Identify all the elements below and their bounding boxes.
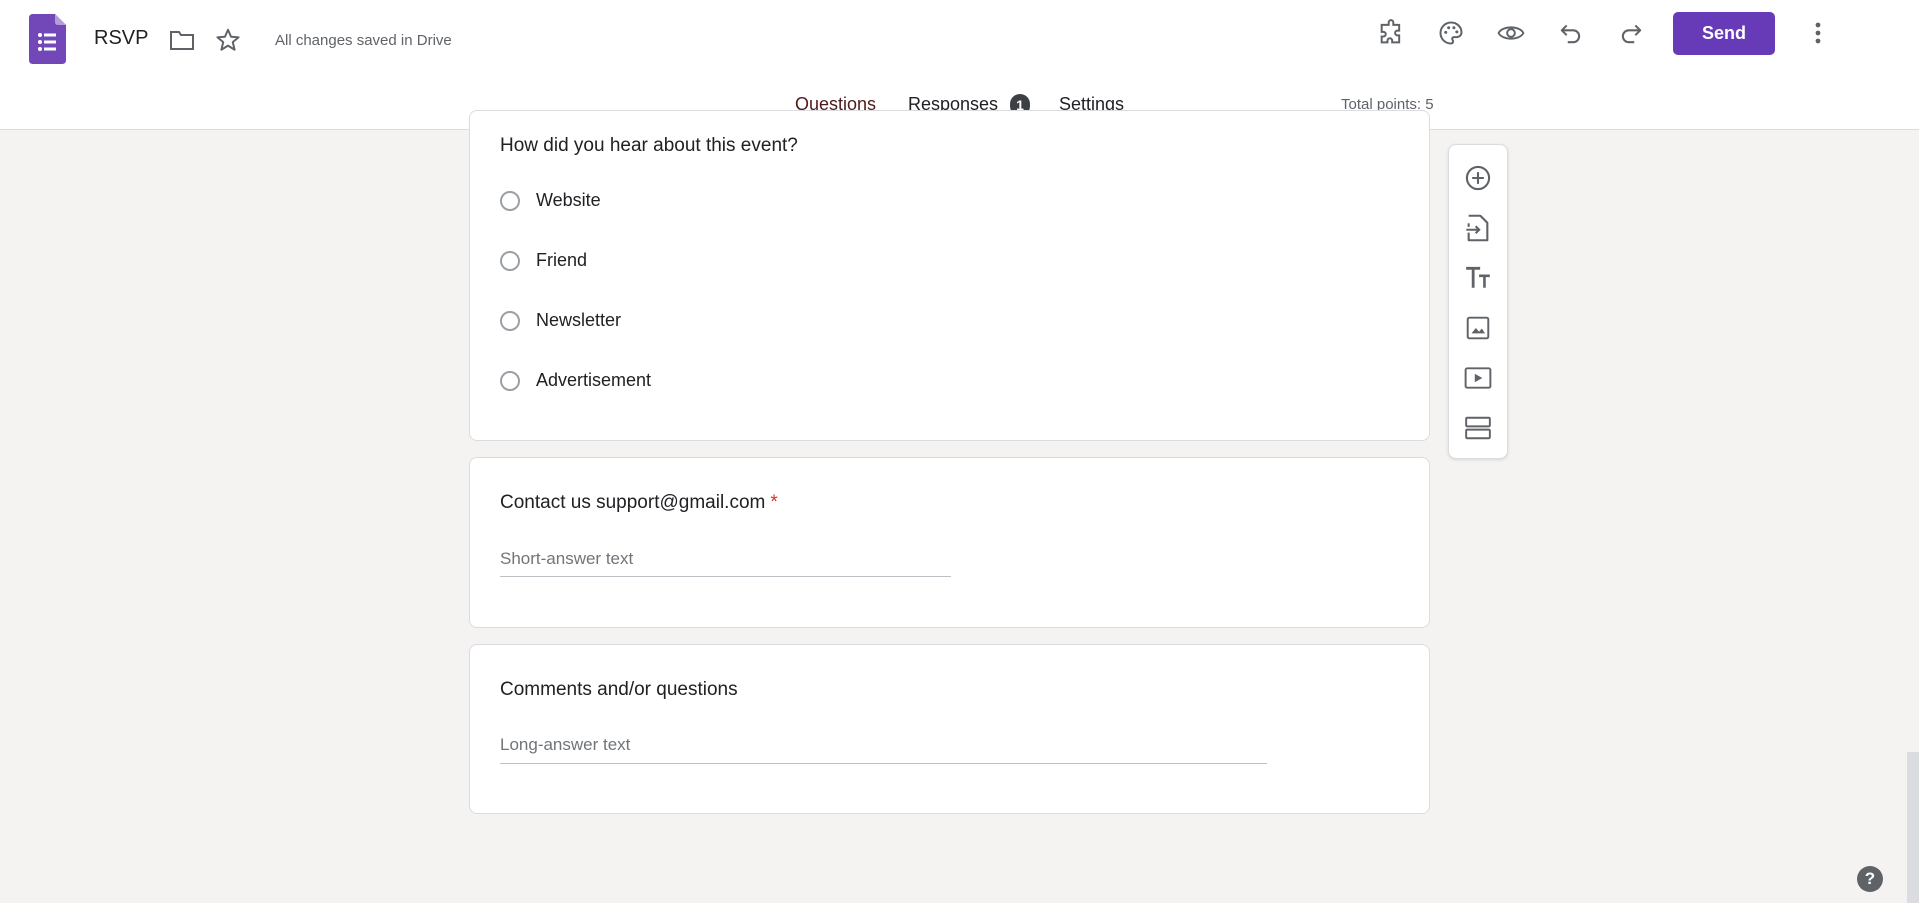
add-title-icon[interactable] [1463,263,1493,293]
addons-puzzle-icon[interactable] [1377,19,1405,47]
add-question-icon[interactable] [1463,163,1493,193]
long-answer-placeholder: Long-answer text [500,735,631,754]
radio-button[interactable] [500,190,520,211]
option-item[interactable]: Newsletter [500,310,621,331]
question-card-paragraph[interactable]: Comments and/or questions Long-answer te… [469,644,1430,814]
send-button[interactable]: Send [1673,12,1775,55]
option-label: Website [536,190,601,210]
option-label: Newsletter [536,310,622,330]
option-label: Friend [536,250,588,270]
preview-eye-icon[interactable] [1497,19,1525,47]
option-item[interactable]: Website [500,190,601,211]
question-title: Contact us support@gmail.com [500,492,766,513]
more-vert-icon[interactable] [1804,19,1832,47]
palette-icon[interactable] [1437,19,1465,47]
help-icon[interactable]: ? [1857,866,1883,892]
question-title: Comments and/or questions [500,679,738,700]
radio-button[interactable] [500,250,520,271]
form-title[interactable]: RSVP [94,27,148,50]
save-status: All changes saved in Drive [275,32,452,49]
option-item[interactable]: Advertisement [500,370,651,391]
radio-button[interactable] [500,370,520,391]
option-item[interactable]: Friend [500,250,587,271]
question-title-row: Contact us support@gmail.com * [500,492,778,514]
long-answer-underline [500,763,1267,764]
required-asterisk: * [770,492,778,513]
star-icon[interactable] [214,26,242,54]
question-toolbar [1448,144,1508,459]
radio-button[interactable] [500,310,520,331]
add-video-icon[interactable] [1463,363,1493,393]
question-card-multiple-choice[interactable]: How did you hear about this event? Websi… [469,110,1430,441]
short-answer-placeholder: Short-answer text [500,549,634,568]
add-image-icon[interactable] [1463,313,1493,343]
short-answer-underline [500,576,951,577]
add-section-icon[interactable] [1463,413,1493,443]
undo-icon[interactable] [1557,19,1585,47]
option-label: Advertisement [536,370,652,390]
redo-icon[interactable] [1617,19,1645,47]
folder-icon[interactable] [168,26,196,54]
forms-logo-icon[interactable] [29,14,66,64]
question-title: How did you hear about this event? [500,135,798,156]
question-card-short-answer[interactable]: Contact us support@gmail.com * Short-answ… [469,457,1430,628]
import-questions-icon[interactable] [1463,213,1493,243]
page-scrollbar-thumb[interactable] [1907,752,1919,903]
